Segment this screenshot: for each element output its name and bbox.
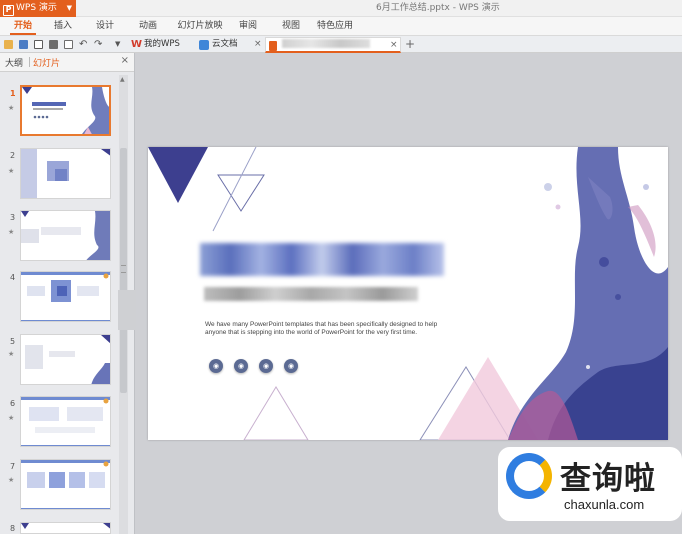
slide-thumbnail-8[interactable] (20, 522, 111, 534)
slide-thumbnail-6[interactable] (20, 396, 111, 447)
tab-design[interactable]: 设计 (90, 17, 120, 35)
slide-title[interactable] (200, 243, 444, 276)
app-menu-button[interactable]: P WPS 演示 ▼ (0, 0, 76, 17)
scroll-up-icon[interactable]: ▲ (120, 76, 125, 83)
slide-thumbnail-art (21, 397, 110, 446)
tab-animation[interactable]: 动画 (133, 17, 163, 35)
decor-line (212, 147, 257, 232)
slide-number: 7 (10, 462, 16, 471)
slide-thumbnail-7[interactable] (20, 459, 111, 510)
title-bar: P WPS 演示 ▼ 6月工作总结.pptx - WPS 演示 (0, 0, 682, 17)
decor-triangle-solid (148, 147, 208, 203)
pptx-file-icon (269, 41, 277, 51)
doc-tab-file-name (282, 39, 370, 48)
decor-triangle-outline (217, 174, 265, 212)
slide-thumbnail-art (22, 87, 109, 134)
wps-logo-icon: P (3, 5, 14, 16)
slide-number: 3 (10, 213, 16, 222)
save-as-icon[interactable] (34, 40, 43, 49)
doc-tab-my-wps[interactable]: W 我的WPS (128, 37, 194, 53)
slide-subtitle[interactable] (204, 287, 418, 301)
slide-thumbnail-5[interactable] (20, 334, 111, 385)
slide-thumbnail-art (21, 523, 110, 529)
doc-tab-active-file[interactable]: × (265, 37, 401, 53)
watermark-badge: 查询啦 chaxunla.com (498, 447, 682, 521)
window-title: 6月工作总结.pptx - WPS 演示 (376, 3, 500, 13)
social-icon: ◉ (259, 359, 273, 373)
slide-thumbnail-art (21, 460, 110, 509)
slide-number: 1 (10, 89, 16, 98)
ribbon-tabs: 开始 插入 设计 动画 幻灯片放映 审阅 视图 特色应用 (0, 17, 682, 35)
tab-special-apps[interactable]: 特色应用 (315, 17, 355, 35)
tab-outline[interactable]: 大纲 (5, 56, 23, 69)
animation-star-icon: ★ (8, 350, 15, 358)
undo-icon[interactable]: ↶ (79, 40, 88, 50)
slide-number: 6 (10, 399, 16, 408)
cloud-docs-icon (199, 40, 209, 50)
slide-thumbnail-art (21, 149, 110, 198)
slide-thumbnail-4[interactable] (20, 271, 111, 322)
slide-thumbnail-art (25, 335, 110, 384)
social-icon: ◉ (284, 359, 298, 373)
watermark-text: 查询啦 (560, 461, 656, 497)
slide-thumbnail-art (21, 272, 110, 321)
chevron-down-icon: ▼ (66, 4, 72, 12)
slide-number: 4 (10, 273, 16, 282)
current-slide[interactable]: We have many PowerPoint templates that h… (148, 147, 668, 440)
slide-number: 2 (10, 151, 16, 160)
animation-star-icon: ★ (8, 476, 15, 484)
watermark-url: chaxunla.com (564, 497, 645, 512)
tab-insert[interactable]: 插入 (48, 17, 78, 35)
save-icon[interactable] (19, 40, 28, 49)
tab-view[interactable]: 视图 (276, 17, 306, 35)
slides-panel: 大纲 幻灯片 × 1 ★ 2 ★ 3 ★ 4 5 ★ 6 ★ 7 ★ 8 ▲ (0, 53, 135, 534)
slide-thumbnail-2[interactable] (20, 148, 111, 199)
close-icon[interactable]: × (121, 55, 129, 66)
panel-tabs: 大纲 幻灯片 × (0, 53, 134, 72)
slide-thumbnail-3[interactable] (20, 210, 111, 261)
decor-triangle-outline (243, 386, 309, 440)
print-icon[interactable] (49, 40, 58, 49)
quick-access-toolbar: ↶ ↷ ▼ W 我的WPS 云文档 × × + (0, 35, 682, 53)
customize-dropdown-icon[interactable]: ▼ (115, 40, 124, 49)
slide-thumbnail-1[interactable] (20, 85, 111, 136)
tab-home[interactable]: 开始 (8, 17, 38, 35)
close-icon[interactable]: × (390, 38, 398, 53)
doc-tab-cloud[interactable]: 云文档 × (196, 37, 264, 53)
slide-number: 8 (10, 524, 16, 533)
tab-review[interactable]: 审阅 (233, 17, 263, 35)
slide-thumbnail-art (21, 211, 110, 260)
slide-body-text[interactable]: We have many PowerPoint templates that h… (205, 321, 445, 337)
animation-star-icon: ★ (8, 167, 15, 175)
open-folder-icon[interactable] (4, 40, 13, 49)
app-label: WPS 演示 (16, 3, 57, 13)
new-tab-button[interactable]: + (405, 37, 415, 52)
redo-icon[interactable]: ↷ (94, 40, 103, 50)
doc-tab-cloud-label: 云文档 (212, 39, 238, 49)
doc-tab-my-wps-label: 我的WPS (144, 39, 180, 49)
print-preview-icon[interactable] (64, 40, 73, 49)
search-logo-icon (506, 453, 552, 499)
divider (29, 57, 30, 67)
tab-slides[interactable]: 幻灯片 (33, 56, 60, 69)
wps-w-icon: W (131, 39, 143, 50)
tab-slideshow[interactable]: 幻灯片放映 (175, 17, 225, 35)
social-icon: ◉ (209, 359, 223, 373)
social-icon: ◉ (234, 359, 248, 373)
animation-star-icon: ★ (8, 104, 15, 112)
slide-number: 5 (10, 337, 16, 346)
close-icon[interactable]: × (254, 37, 262, 52)
animation-star-icon: ★ (8, 414, 15, 422)
scrollbar-grip (121, 265, 126, 273)
animation-star-icon: ★ (8, 228, 15, 236)
